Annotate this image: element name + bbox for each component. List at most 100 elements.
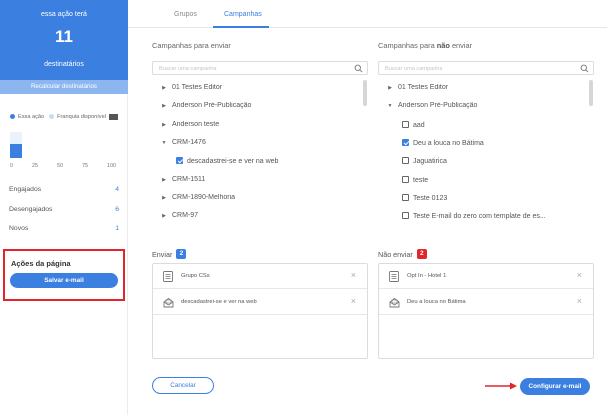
dont-send-list: Opt In - Hotel 1 × Deu a louca no Bátima × bbox=[378, 263, 594, 359]
tree-item-label: aad bbox=[413, 121, 425, 129]
tree-folder-item[interactable]: ▶ CRM-1511 bbox=[160, 176, 364, 183]
legend-dot-this-action bbox=[10, 114, 15, 120]
caret-right-icon[interactable]: ▶ bbox=[386, 85, 394, 91]
dont-send-count-badge: 2 bbox=[416, 249, 427, 259]
chart-legend: Essa ação Franquia disponível bbox=[10, 114, 122, 120]
remove-icon[interactable]: × bbox=[577, 271, 582, 280]
page-actions-title: Ações da página bbox=[11, 259, 71, 268]
caret-right-icon[interactable]: ▶ bbox=[160, 103, 168, 109]
remove-icon[interactable]: × bbox=[577, 297, 582, 306]
tab-bar: Grupos Campanhas bbox=[128, 0, 607, 28]
tree-campaign-item[interactable]: descadastrei-se e ver na web bbox=[176, 157, 368, 165]
dont-send-list-title: Não enviar 2 bbox=[378, 249, 427, 259]
send-search bbox=[152, 61, 368, 75]
caret-right-icon[interactable]: ▶ bbox=[160, 85, 168, 91]
tree-item-label: Deu a louca no Bátima bbox=[413, 139, 484, 147]
list-item-label: Grupo CSs bbox=[181, 273, 210, 279]
send-campaign-tree: ▶ 01 Testes Editor ▶ Anderson Pré-Publicaçã… bbox=[152, 78, 368, 220]
tree-item-label: CRM-1511 bbox=[172, 175, 206, 183]
save-email-button[interactable]: Salvar e-mail bbox=[10, 273, 118, 288]
mail-stack-icon bbox=[163, 297, 174, 308]
campaign-checkbox[interactable] bbox=[176, 157, 183, 165]
axis-tick-label: 50 bbox=[57, 163, 63, 169]
mail-stack-icon bbox=[389, 297, 400, 308]
caret-right-icon[interactable]: ▶ bbox=[160, 213, 168, 219]
list-icon bbox=[163, 271, 173, 282]
tree-item-label: CRM-1890-Melhoria bbox=[172, 193, 236, 201]
stat-engaged: Engajados 4 bbox=[9, 186, 119, 193]
stat-label: Engajados bbox=[9, 186, 42, 193]
send-search-input[interactable] bbox=[159, 64, 349, 73]
menu-icon[interactable] bbox=[108, 114, 118, 120]
caret-right-icon[interactable]: ▶ bbox=[160, 177, 168, 183]
chart-axis: 0 25 50 75 100 bbox=[10, 163, 116, 169]
title-emphasis: não bbox=[436, 41, 450, 50]
active-tab-indicator bbox=[213, 26, 269, 28]
stat-disengaged: Desengajados 6 bbox=[9, 206, 119, 213]
tree-campaign-item[interactable]: Teste E-mail do zero com template de es.… bbox=[402, 212, 594, 220]
list-icon bbox=[389, 271, 399, 282]
campaign-checkbox[interactable] bbox=[402, 212, 409, 220]
tree-folder-item[interactable]: ▼ CRM-1476 bbox=[160, 139, 364, 146]
cancel-button[interactable]: Cancelar bbox=[152, 377, 214, 394]
remove-icon[interactable]: × bbox=[351, 271, 356, 280]
tree-campaign-item[interactable]: Teste 0123 bbox=[402, 193, 594, 202]
campaign-checkbox[interactable] bbox=[402, 138, 409, 146]
stat-value: 4 bbox=[115, 186, 119, 193]
stat-label: Desengajados bbox=[9, 206, 53, 213]
axis-tick-label: 0 bbox=[10, 163, 13, 169]
tree-campaign-item[interactable]: Deu a louca no Bátima bbox=[402, 138, 594, 147]
tree-folder-item[interactable]: ▼ Anderson Pré-Publicação bbox=[386, 102, 590, 109]
stat-value: 1 bbox=[115, 225, 119, 232]
campaign-checkbox[interactable] bbox=[402, 157, 409, 165]
remove-icon[interactable]: × bbox=[351, 297, 356, 306]
send-list: Grupo CSs × descadastrei-se e ver na web × bbox=[152, 263, 368, 359]
dont-send-campaigns-title: Campanhas para não enviar bbox=[378, 41, 472, 50]
dont-send-search-input[interactable] bbox=[385, 64, 575, 73]
tree-folder-item[interactable]: ▶ 01 Testes Editor bbox=[386, 84, 590, 91]
legend-label-franchise: Franquia disponível bbox=[57, 114, 106, 120]
tree-item-label: Anderson Pré-Publicação bbox=[398, 102, 478, 110]
list-item-label: descadastrei-se e ver na web bbox=[181, 299, 257, 305]
tree-item-label: Anderson teste bbox=[172, 120, 220, 128]
caret-down-icon[interactable]: ▼ bbox=[160, 140, 168, 146]
tree-folder-item[interactable]: ▶ Anderson teste bbox=[160, 121, 364, 128]
search-icon[interactable] bbox=[354, 64, 363, 73]
caret-down-icon[interactable]: ▼ bbox=[386, 103, 394, 109]
caret-right-icon[interactable]: ▶ bbox=[160, 195, 168, 201]
tree-item-label: 01 Testes Editor bbox=[172, 84, 223, 91]
campaign-checkbox[interactable] bbox=[402, 120, 409, 128]
axis-tick-label: 25 bbox=[32, 163, 38, 169]
tab-groups[interactable]: Grupos bbox=[174, 11, 197, 18]
recipients-label: destinatários bbox=[44, 61, 84, 68]
send-count-badge: 2 bbox=[176, 249, 187, 259]
search-icon[interactable] bbox=[580, 64, 589, 73]
tab-campaigns[interactable]: Campanhas bbox=[224, 11, 262, 18]
page-actions-panel: Ações da página Salvar e-mail bbox=[3, 249, 125, 301]
campaign-checkbox[interactable] bbox=[402, 193, 409, 201]
tree-campaign-item[interactable]: teste bbox=[402, 175, 594, 184]
tree-folder-item[interactable]: ▶ CRM-97 bbox=[160, 212, 364, 219]
tree-campaign-item[interactable]: aad bbox=[402, 120, 594, 129]
tree-folder-item[interactable]: ▶ CRM-1890-Melhoria bbox=[160, 194, 364, 201]
list-item: Deu a louca no Bátima × bbox=[379, 290, 593, 315]
tree-campaign-item[interactable]: Jaguatirica bbox=[402, 157, 594, 165]
list-item: Grupo CSs × bbox=[153, 264, 367, 289]
tree-folder-item[interactable]: ▶ Anderson Pré-Publicação bbox=[160, 102, 364, 109]
title-prefix: Campanhas para bbox=[378, 41, 437, 50]
send-list-label: Enviar bbox=[152, 249, 173, 259]
arrow-right-icon bbox=[485, 382, 517, 390]
dont-send-search bbox=[378, 61, 594, 75]
stat-new: Novos 1 bbox=[9, 225, 119, 232]
tree-item-label: Jaguatirica bbox=[413, 158, 447, 166]
configure-email-button[interactable]: Configurar e-mail bbox=[520, 378, 590, 395]
caret-right-icon[interactable]: ▶ bbox=[160, 122, 168, 128]
recipients-bar-chart bbox=[10, 132, 118, 158]
axis-tick-label: 100 bbox=[107, 163, 116, 169]
recipients-count: 11 bbox=[55, 27, 73, 46]
campaign-checkbox[interactable] bbox=[402, 175, 409, 183]
list-item: Opt In - Hotel 1 × bbox=[379, 264, 593, 289]
tree-folder-item[interactable]: ▶ 01 Testes Editor bbox=[160, 84, 364, 91]
recalculate-recipients-button[interactable]: Recalcular destinatários bbox=[0, 80, 128, 94]
tree-item-label: CRM-1476 bbox=[172, 138, 206, 146]
